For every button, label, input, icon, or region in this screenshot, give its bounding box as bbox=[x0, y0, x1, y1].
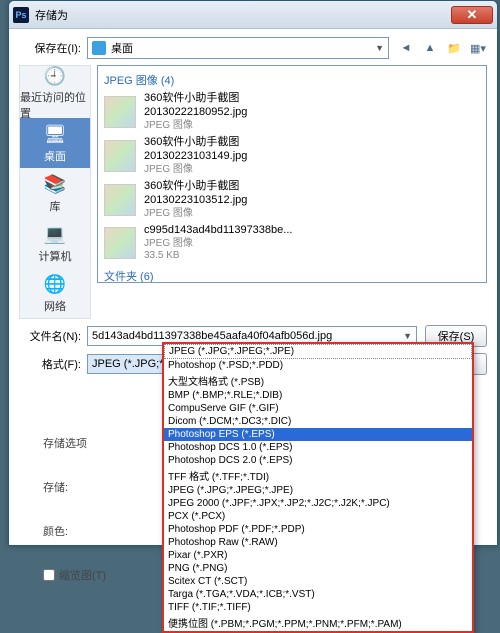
chevron-down-icon: ▼ bbox=[403, 331, 412, 341]
titlebar[interactable]: Ps 存储为 ✕ bbox=[9, 1, 497, 29]
photoshop-icon: Ps bbox=[13, 7, 29, 23]
format-option[interactable]: JPEG 2000 (*.JPF;*.JPX;*.JP2;*.J2C;*.J2K… bbox=[164, 497, 472, 510]
back-icon[interactable]: ◄ bbox=[397, 39, 415, 57]
up-icon[interactable]: ▲ bbox=[421, 39, 439, 57]
desktop-icon bbox=[92, 41, 106, 55]
format-option[interactable]: 大型文档格式 (*.PSB) bbox=[164, 372, 472, 389]
format-option[interactable]: CompuServe GIF (*.GIF) bbox=[164, 402, 472, 415]
format-option[interactable]: Photoshop PDF (*.PDF;*.PDP) bbox=[164, 523, 472, 536]
filename-label: 文件名(N): bbox=[19, 328, 87, 344]
format-option[interactable]: JPEG (*.JPG;*.JPEG;*.JPE) bbox=[164, 484, 472, 497]
place-desktop[interactable]: 🖥桌面 bbox=[20, 118, 90, 168]
format-option[interactable]: TFF 格式 (*.TFF;*.TDI) bbox=[164, 467, 472, 484]
group-header-folders: 文件夹 (6) bbox=[104, 266, 480, 283]
filename-value: 5d143ad4bd11397338be45aafa40f04afb056d.j… bbox=[92, 330, 332, 342]
format-option[interactable]: PCX (*.PCX) bbox=[164, 510, 472, 523]
window-title: 存储为 bbox=[35, 7, 451, 23]
savein-combo[interactable]: 桌面 ▼ bbox=[87, 37, 389, 59]
savein-label: 保存在(I): bbox=[19, 40, 87, 56]
thumbnail-icon bbox=[104, 140, 136, 172]
format-option[interactable]: TIFF (*.TIF;*.TIFF) bbox=[164, 601, 472, 614]
thumbnail-checkbox-label: 缩览图(T) bbox=[59, 567, 106, 583]
format-option[interactable]: 便携位图 (*.PBM;*.PGM;*.PPM;*.PNM;*.PFM;*.PA… bbox=[164, 614, 472, 631]
toolbar-icons: ◄ ▲ 📁 ▦▾ bbox=[397, 39, 487, 57]
place-network[interactable]: 🌐网络 bbox=[20, 268, 90, 318]
close-button[interactable]: ✕ bbox=[451, 6, 493, 24]
place-libraries[interactable]: 📚库 bbox=[20, 168, 90, 218]
format-option[interactable]: Photoshop Raw (*.RAW) bbox=[164, 536, 472, 549]
places-sidebar: 🕘最近访问的位置 🖥桌面 📚库 💻计算机 🌐网络 bbox=[19, 65, 91, 319]
file-item[interactable]: 360软件小助手截图20130223103512.jpgJPEG 图像 bbox=[104, 178, 480, 222]
views-icon[interactable]: ▦▾ bbox=[469, 39, 487, 57]
format-option[interactable]: Targa (*.TGA;*.VDA;*.ICB;*.VST) bbox=[164, 588, 472, 601]
format-option[interactable]: Pixar (*.PXR) bbox=[164, 549, 472, 562]
savein-value: 桌面 bbox=[111, 40, 133, 56]
format-option[interactable]: PNG (*.PNG) bbox=[164, 562, 472, 575]
format-option[interactable]: Scitex CT (*.SCT) bbox=[164, 575, 472, 588]
format-option[interactable]: Photoshop (*.PSD;*.PDD) bbox=[164, 359, 472, 372]
place-computer[interactable]: 💻计算机 bbox=[20, 218, 90, 268]
format-option[interactable]: Photoshop DCS 2.0 (*.EPS) bbox=[164, 454, 472, 467]
file-item[interactable]: 360软件小助手截图20130222180952.jpgJPEG 图像 bbox=[104, 90, 480, 134]
new-folder-icon[interactable]: 📁 bbox=[445, 39, 463, 57]
format-option[interactable]: JPEG (*.JPG;*.JPEG;*.JPE) bbox=[164, 344, 472, 359]
thumbnail-icon bbox=[104, 227, 136, 259]
thumbnail-icon bbox=[104, 184, 136, 216]
format-label: 格式(F): bbox=[19, 356, 87, 372]
format-option[interactable]: Photoshop EPS (*.EPS) bbox=[164, 428, 472, 441]
format-dropdown[interactable]: JPEG (*.JPG;*.JPEG;*.JPE)Photoshop (*.PS… bbox=[162, 342, 474, 633]
file-item[interactable]: c995d143ad4bd11397338be...JPEG 图像33.5 KB bbox=[104, 222, 480, 265]
file-item[interactable]: 360软件小助手截图20130223103149.jpgJPEG 图像 bbox=[104, 134, 480, 178]
format-option[interactable]: Dicom (*.DCM;*.DC3;*.DIC) bbox=[164, 415, 472, 428]
chevron-down-icon: ▼ bbox=[375, 43, 384, 53]
place-recent[interactable]: 🕘最近访问的位置 bbox=[20, 68, 90, 118]
format-option[interactable]: Photoshop DCS 1.0 (*.EPS) bbox=[164, 441, 472, 454]
file-list[interactable]: JPEG 图像 (4) 360软件小助手截图20130222180952.jpg… bbox=[97, 65, 487, 283]
thumbnail-checkbox[interactable] bbox=[43, 569, 55, 581]
group-header-jpeg: JPEG 图像 (4) bbox=[104, 70, 480, 90]
format-option[interactable]: BMP (*.BMP;*.RLE;*.DIB) bbox=[164, 389, 472, 402]
thumbnail-icon bbox=[104, 96, 136, 128]
